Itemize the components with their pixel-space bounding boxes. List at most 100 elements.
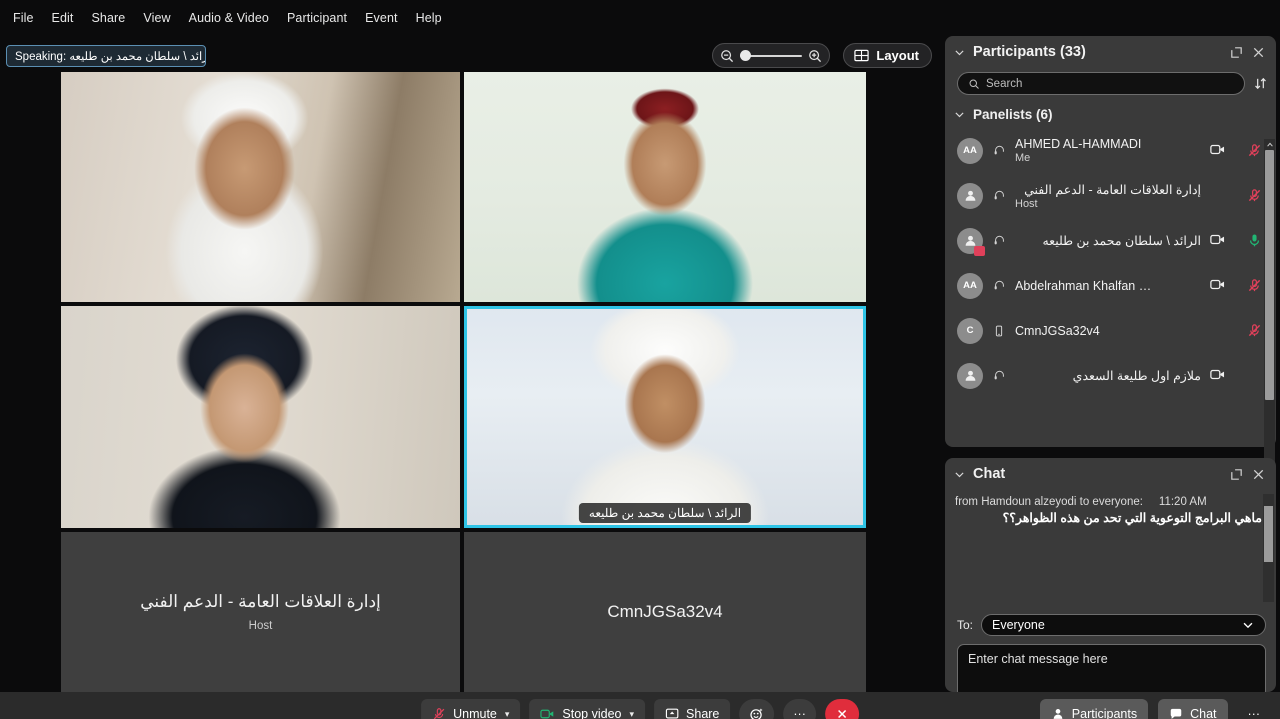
- mic-placeholder: [1247, 368, 1262, 383]
- participant-row[interactable]: ملازم اول طليعة السعدي: [945, 353, 1272, 398]
- chat-message-body: ماهي البرامج التوعوية التي تحد من هذه ال…: [1002, 511, 1262, 525]
- panelists-section-label: Panelists (6): [973, 107, 1053, 122]
- chevron-down-icon[interactable]: ▾: [505, 709, 510, 719]
- reactions-button[interactable]: [739, 699, 775, 719]
- reactions-icon: [749, 707, 764, 719]
- mic-muted-icon[interactable]: [1247, 278, 1262, 293]
- share-screen-icon: [665, 707, 679, 719]
- unmute-button[interactable]: Unmute ▾: [421, 699, 521, 719]
- layout-button[interactable]: Layout: [843, 43, 932, 68]
- avatar: [957, 182, 983, 209]
- mic-muted-icon[interactable]: [1247, 188, 1262, 203]
- magnifier-plus-icon[interactable]: [808, 49, 822, 63]
- stop-video-button[interactable]: Stop video ▾: [529, 699, 646, 719]
- leave-button[interactable]: [824, 699, 859, 719]
- chat-message-list[interactable]: from Hamdoun alzeyodi to everyone: 11:20…: [945, 490, 1276, 610]
- avatar: C: [957, 317, 983, 344]
- close-icon[interactable]: [1251, 45, 1266, 60]
- camera-icon[interactable]: [1210, 368, 1225, 383]
- toolbar-more-button[interactable]: ···: [1238, 699, 1271, 719]
- participant-row[interactable]: AA AHMED AL-HAMMADI Me: [945, 128, 1272, 173]
- menu-edit[interactable]: Edit: [43, 6, 83, 30]
- video-tile-6[interactable]: CmnJGSa32v4: [464, 532, 866, 692]
- speaking-indicator: Speaking: الرائد \ سلطان محمد بن طليعه: [6, 45, 206, 67]
- magnifier-minus-icon[interactable]: [720, 49, 734, 63]
- participants-scrollbar[interactable]: [1264, 139, 1275, 474]
- camera-icon[interactable]: [1210, 278, 1225, 293]
- unmute-button-label: Unmute: [453, 707, 497, 719]
- video-tile-1[interactable]: [61, 72, 460, 302]
- stage-controls: Layout: [712, 43, 932, 68]
- headset-icon: [992, 189, 1006, 202]
- participant-name: ملازم اول طليعة السعدي: [1072, 369, 1201, 383]
- participant-info: إدارة العلاقات العامة - الدعم الفني Host: [1015, 182, 1201, 210]
- participant-status-icons: [1210, 233, 1262, 248]
- chevron-down-icon[interactable]: [953, 108, 966, 121]
- popout-icon[interactable]: [1229, 467, 1244, 482]
- participant-status-icons: [1210, 143, 1262, 158]
- more-options-button[interactable]: ···: [783, 699, 816, 719]
- participant-row[interactable]: C CmnJGSa32v4: [945, 308, 1272, 353]
- chevron-down-icon[interactable]: [953, 468, 966, 481]
- participant-row[interactable]: AA Abdelrahman Khalfan …: [945, 263, 1272, 308]
- chat-to-label: To:: [957, 618, 974, 632]
- chat-message-input[interactable]: Enter chat message here: [957, 644, 1266, 698]
- menu-audio-video[interactable]: Audio & Video: [180, 6, 278, 30]
- chat-scrollbar-thumb[interactable]: [1264, 506, 1273, 562]
- stop-video-button-label: Stop video: [562, 707, 622, 719]
- camera-icon[interactable]: [1210, 143, 1225, 158]
- chat-recipient-select[interactable]: Everyone: [981, 614, 1266, 636]
- chat-toggle-button[interactable]: Chat: [1158, 699, 1228, 719]
- camera-icon: [540, 708, 555, 719]
- video-tile-5-label: إدارة العلاقات العامة - الدعم الفني: [140, 592, 381, 611]
- video-tile-4[interactable]: الرائد \ سلطان محمد بن طليعه: [464, 306, 866, 528]
- chevron-down-icon[interactable]: ▾: [630, 709, 635, 719]
- participant-info: ملازم اول طليعة السعدي: [1015, 368, 1201, 383]
- scroll-up-arrow-icon[interactable]: [1264, 139, 1275, 150]
- person-icon: [965, 190, 975, 201]
- chevron-down-icon[interactable]: [1241, 618, 1255, 632]
- participants-scrollbar-thumb[interactable]: [1265, 150, 1274, 400]
- zoom-slider-knob[interactable]: [740, 50, 752, 61]
- mic-active-icon[interactable]: [1247, 233, 1262, 248]
- menu-share[interactable]: Share: [83, 6, 135, 30]
- participant-status-icons: [1210, 323, 1262, 338]
- video-tile-5[interactable]: إدارة العلاقات العامة - الدعم الفني Host: [61, 532, 460, 692]
- participants-list[interactable]: AA AHMED AL-HAMMADI Me إدارة العلاقات ال…: [945, 128, 1272, 458]
- participant-row[interactable]: الرائد \ سلطان محمد بن طليعه: [945, 218, 1272, 263]
- sort-arrows-icon[interactable]: [1253, 76, 1268, 91]
- menu-event[interactable]: Event: [356, 6, 406, 30]
- share-button[interactable]: Share: [654, 699, 731, 719]
- menu-file[interactable]: File: [4, 6, 43, 30]
- video-tile-3[interactable]: [61, 306, 460, 528]
- chat-message-sender: from Hamdoun alzeyodi to everyone:: [955, 496, 1143, 508]
- menu-view[interactable]: View: [134, 6, 179, 30]
- participant-status-icons: [1210, 188, 1262, 203]
- avatar-initials: AA: [963, 145, 977, 156]
- mic-muted-icon[interactable]: [1247, 143, 1262, 158]
- participants-toggle-button[interactable]: Participants: [1039, 699, 1149, 719]
- participant-row[interactable]: إدارة العلاقات العامة - الدعم الفني Host: [945, 173, 1272, 218]
- close-icon[interactable]: [1251, 467, 1266, 482]
- search-input[interactable]: Search: [957, 72, 1245, 95]
- popout-icon[interactable]: [1229, 45, 1244, 60]
- participant-name: Abdelrahman Khalfan …: [1015, 278, 1152, 293]
- chat-scrollbar[interactable]: [1263, 494, 1274, 602]
- video-tile-2[interactable]: [464, 72, 866, 302]
- participant-name: الرائد \ سلطان محمد بن طليعه: [1042, 234, 1201, 248]
- grid-layout-icon: [854, 48, 870, 63]
- mic-muted-icon[interactable]: [1247, 323, 1262, 338]
- headset-icon: [992, 144, 1006, 157]
- chevron-down-icon[interactable]: [953, 46, 966, 59]
- menu-help[interactable]: Help: [407, 6, 451, 30]
- panelists-section-header[interactable]: Panelists (6): [945, 103, 1276, 128]
- headset-icon: [992, 279, 1006, 292]
- camera-icon[interactable]: [1210, 233, 1225, 248]
- participant-status-icons: [1210, 368, 1262, 383]
- video-grid: الرائد \ سلطان محمد بن طليعه إدارة العلا…: [61, 72, 866, 692]
- toolbar-more-label: ···: [1247, 707, 1261, 719]
- share-button-label: Share: [686, 707, 720, 719]
- zoom-control-group[interactable]: [712, 43, 831, 68]
- zoom-slider[interactable]: [740, 49, 803, 63]
- menu-participant[interactable]: Participant: [278, 6, 356, 30]
